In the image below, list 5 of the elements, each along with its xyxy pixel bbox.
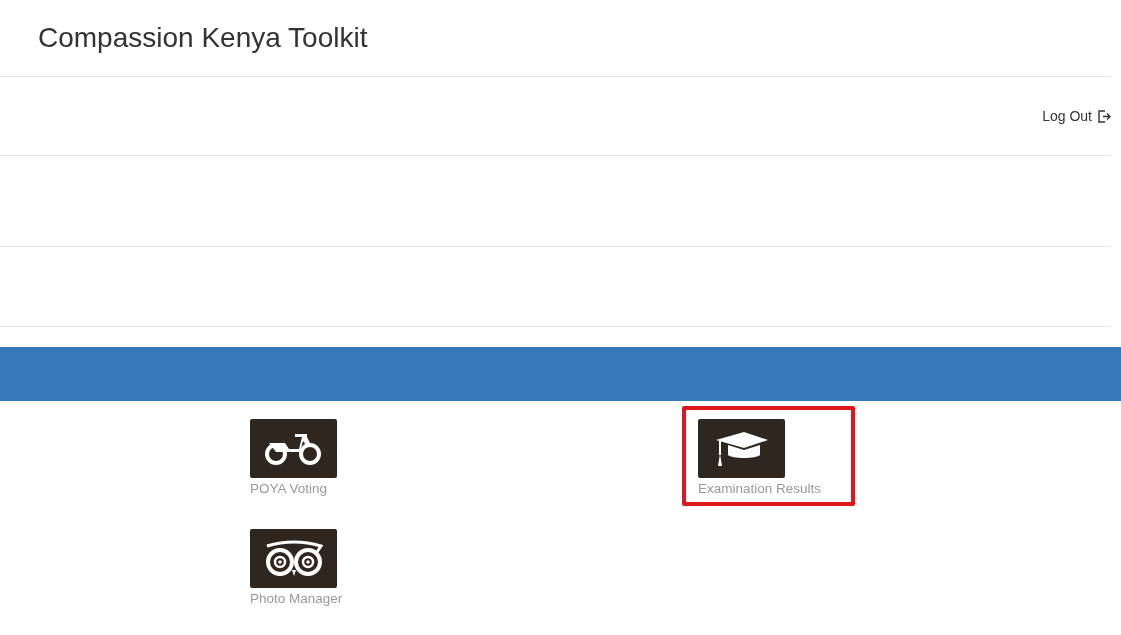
owl-icon	[264, 539, 323, 578]
motorcycle-icon	[264, 431, 323, 466]
logout-icon	[1098, 109, 1111, 123]
logout-link[interactable]: Log Out	[1042, 108, 1111, 124]
app-title: Compassion Kenya Toolkit	[38, 22, 368, 54]
